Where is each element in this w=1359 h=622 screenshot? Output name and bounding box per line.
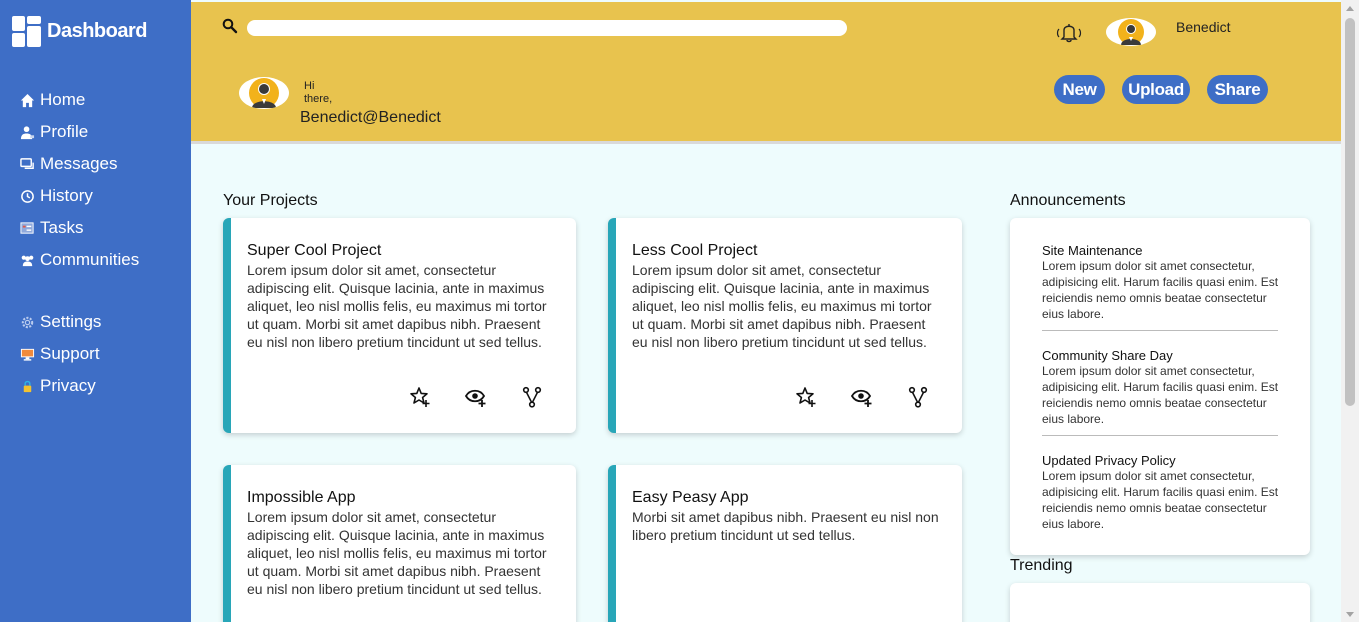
scrollbar[interactable] — [1341, 0, 1359, 622]
announcement-item[interactable]: Site Maintenance Lorem ipsum dolor sit a… — [1042, 243, 1282, 322]
sidebar-item-label: History — [40, 186, 93, 205]
sidebar-item-label: Messages — [40, 154, 118, 173]
tasks-icon — [18, 219, 36, 237]
sidebar-item-profile[interactable]: Profile — [18, 116, 139, 148]
announcement-title: Updated Privacy Policy — [1042, 453, 1176, 468]
sidebar-item-label: Tasks — [40, 218, 84, 237]
announcement-divider — [1042, 435, 1278, 436]
sidebar-item-history[interactable]: History — [18, 180, 139, 212]
sidebar-item-label: Settings — [40, 312, 102, 331]
header-username[interactable]: Benedict — [1176, 19, 1230, 35]
announcements-card: Site Maintenance Lorem ipsum dolor sit a… — [1010, 218, 1310, 555]
sidebar-item-label: Profile — [40, 122, 89, 141]
project-title: Less Cool Project — [632, 242, 758, 259]
sidebar-item-label: Privacy — [40, 376, 96, 395]
announcement-body: Lorem ipsum dolor sit amet consectetur, … — [1042, 364, 1279, 426]
star-add-icon[interactable] — [795, 386, 817, 408]
watch-add-icon[interactable] — [464, 386, 487, 408]
announcement-item[interactable]: Community Share Day Lorem ipsum dolor si… — [1042, 348, 1282, 427]
greeting: Hi there, — [304, 80, 333, 105]
lock-icon — [18, 377, 36, 395]
project-description: Lorem ipsum dolor sit amet, consectetur … — [247, 509, 547, 597]
sidebar-item-support[interactable]: Support — [18, 338, 139, 370]
announcement-divider — [1042, 330, 1278, 331]
scroll-thumb[interactable] — [1345, 18, 1355, 406]
search-input[interactable] — [247, 20, 847, 36]
trending-card — [1010, 583, 1310, 622]
brand-title: Dashboard — [47, 20, 147, 42]
scroll-up-arrow-icon[interactable] — [1346, 6, 1354, 11]
support-icon — [18, 345, 36, 363]
projects-title: Your Projects — [223, 192, 318, 209]
gear-icon — [18, 313, 36, 331]
star-add-icon[interactable] — [409, 386, 431, 408]
project-card[interactable]: Super Cool Project Lorem ipsum dolor sit… — [223, 218, 576, 433]
history-icon — [18, 187, 36, 205]
profile-icon — [18, 123, 36, 141]
project-card[interactable]: Easy Peasy App Morbi sit amet dapibus ni… — [608, 465, 962, 622]
sidebar-item-privacy[interactable]: Privacy — [18, 370, 139, 402]
announcement-title: Community Share Day — [1042, 348, 1173, 363]
announcement-body: Lorem ipsum dolor sit amet consectetur, … — [1042, 469, 1279, 531]
sidebar-item-label: Home — [40, 90, 86, 109]
sidebar-nav: Home Profile Messages History Tasks Comm… — [18, 84, 139, 402]
trending-title: Trending — [1010, 557, 1073, 574]
new-button[interactable]: New — [1054, 75, 1105, 104]
project-card[interactable]: Impossible App Lorem ipsum dolor sit ame… — [223, 465, 576, 622]
project-title: Easy Peasy App — [632, 489, 749, 506]
sidebar-item-communities[interactable]: Communities — [18, 244, 139, 276]
project-card[interactable]: Less Cool Project Lorem ipsum dolor sit … — [608, 218, 962, 433]
project-title: Impossible App — [247, 489, 356, 506]
announcements-title: Announcements — [1010, 192, 1126, 209]
search-icon[interactable] — [222, 18, 238, 34]
fork-icon[interactable] — [907, 386, 929, 408]
profile-avatar — [239, 77, 289, 109]
sidebar-item-tasks[interactable]: Tasks — [18, 212, 139, 244]
bell-icon[interactable] — [1053, 20, 1085, 44]
sidebar-item-messages[interactable]: Messages — [18, 148, 139, 180]
project-description: Lorem ipsum dolor sit amet, consectetur … — [247, 262, 547, 350]
announcement-title: Site Maintenance — [1042, 243, 1143, 258]
brand[interactable]: Dashboard — [12, 16, 147, 47]
sidebar-item-label: Support — [40, 344, 100, 363]
messages-icon — [18, 155, 36, 173]
project-description: Morbi sit amet dapibus nibh. Praesent eu… — [632, 509, 939, 543]
fork-icon[interactable] — [521, 386, 543, 408]
user-handle: Benedict@Benedict — [300, 109, 441, 126]
home-icon — [18, 91, 36, 109]
sidebar-item-label: Communities — [40, 250, 140, 269]
project-title: Super Cool Project — [247, 242, 382, 259]
watch-add-icon[interactable] — [850, 386, 873, 408]
project-description: Lorem ipsum dolor sit amet, consectetur … — [632, 262, 932, 350]
announcement-body: Lorem ipsum dolor sit amet consectetur, … — [1042, 259, 1279, 321]
sidebar-item-home[interactable]: Home — [18, 84, 139, 116]
communities-icon — [18, 251, 36, 269]
announcement-item[interactable]: Updated Privacy Policy Lorem ipsum dolor… — [1042, 453, 1282, 532]
dashboard-logo-icon — [12, 16, 41, 47]
sidebar: Dashboard Home Profile Messages History … — [0, 0, 191, 622]
avatar[interactable] — [1106, 18, 1156, 46]
sidebar-item-settings[interactable]: Settings — [18, 306, 139, 338]
upload-button[interactable]: Upload — [1122, 75, 1190, 104]
scroll-down-arrow-icon[interactable] — [1346, 612, 1354, 617]
header: Benedict Hi there, Benedict@Benedict New… — [191, 2, 1341, 144]
share-button[interactable]: Share — [1207, 75, 1268, 104]
